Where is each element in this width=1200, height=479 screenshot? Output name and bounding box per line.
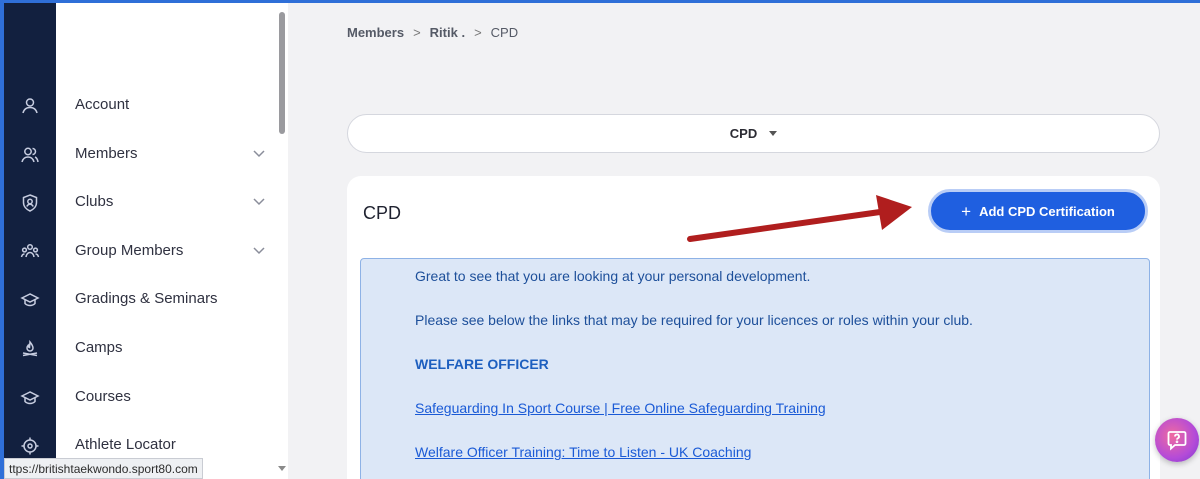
sidebar-item-label: Group Members xyxy=(75,241,184,259)
info-panel: Great to see that you are looking at you… xyxy=(360,258,1150,479)
breadcrumb-members[interactable]: Members xyxy=(347,25,404,40)
members-icon[interactable] xyxy=(4,143,56,167)
graduation-cap-icon[interactable] xyxy=(4,386,56,410)
help-chat-button[interactable] xyxy=(1155,418,1199,462)
sidebar-item-gradings-seminars[interactable]: Gradings & Seminars xyxy=(56,283,276,313)
cpd-card: CPD + Add CPD Certification Great to see… xyxy=(347,176,1160,479)
sidebar-item-label: Camps xyxy=(75,338,123,356)
breadcrumb-member-name[interactable]: Ritik . xyxy=(430,25,465,40)
sidebar-item-label: Account xyxy=(75,95,130,113)
plus-icon: + xyxy=(961,201,972,221)
locator-icon[interactable] xyxy=(4,434,56,458)
info-intro: Great to see that you are looking at you… xyxy=(415,268,811,284)
graduation-cap-icon[interactable] xyxy=(4,288,56,312)
chevron-down-icon xyxy=(252,194,266,208)
sidebar-item-courses[interactable]: Courses xyxy=(56,381,276,411)
person-icon[interactable] xyxy=(4,94,56,118)
campfire-icon[interactable] xyxy=(4,337,56,361)
chevron-down-icon xyxy=(252,243,266,257)
sidebar-item-athlete-locator[interactable]: Athlete Locator xyxy=(56,429,276,459)
safeguarding-course-link[interactable]: Safeguarding In Sport Course | Free Onli… xyxy=(415,400,826,416)
sidebar-item-label: Athlete Locator xyxy=(75,435,176,453)
sidebar-item-label: Members xyxy=(75,144,138,162)
add-button-label: Add CPD Certification xyxy=(979,203,1115,219)
card-title: CPD xyxy=(363,203,402,223)
browser-status-url: ttps://britishtaekwondo.sport80.com xyxy=(4,458,203,479)
sidebar-item-clubs[interactable]: Clubs xyxy=(56,186,276,216)
breadcrumb-separator: > xyxy=(413,25,421,40)
breadcrumb-separator: > xyxy=(474,25,482,40)
breadcrumb: Members > Ritik . > CPD xyxy=(347,25,518,40)
chevron-down-icon xyxy=(252,146,266,160)
scroll-down-arrow-icon[interactable] xyxy=(278,466,286,471)
group-icon[interactable] xyxy=(4,240,56,264)
sidebar-item-camps[interactable]: Camps xyxy=(56,332,276,362)
sidebar-item-label: Clubs xyxy=(75,192,114,210)
section-heading: WELFARE OFFICER xyxy=(415,356,549,372)
caret-down-icon xyxy=(769,131,778,136)
breadcrumb-current: CPD xyxy=(490,25,519,40)
info-subtext: Please see below the links that may be r… xyxy=(415,312,973,328)
window-left-border xyxy=(0,0,4,479)
sidebar-item-account[interactable]: Account xyxy=(56,89,276,119)
add-cpd-certification-button[interactable]: + Add CPD Certification xyxy=(928,189,1148,233)
sidebar-item-group-members[interactable]: Group Members xyxy=(56,235,276,265)
section-select[interactable]: CPD xyxy=(347,114,1160,153)
section-select-value: CPD xyxy=(729,126,758,141)
sidebar-item-label: Courses xyxy=(75,387,131,405)
sidebar: Account Members Clubs Group Members Grad… xyxy=(56,3,288,479)
help-chat-icon xyxy=(1167,431,1187,451)
shield-icon[interactable] xyxy=(4,191,56,215)
sidebar-item-members[interactable]: Members xyxy=(56,138,276,168)
icon-rail xyxy=(4,3,56,479)
sidebar-item-label: Gradings & Seminars xyxy=(75,289,218,307)
sidebar-scrollbar-thumb[interactable] xyxy=(279,12,285,134)
welfare-officer-training-link[interactable]: Welfare Officer Training: Time to Listen… xyxy=(415,444,751,460)
